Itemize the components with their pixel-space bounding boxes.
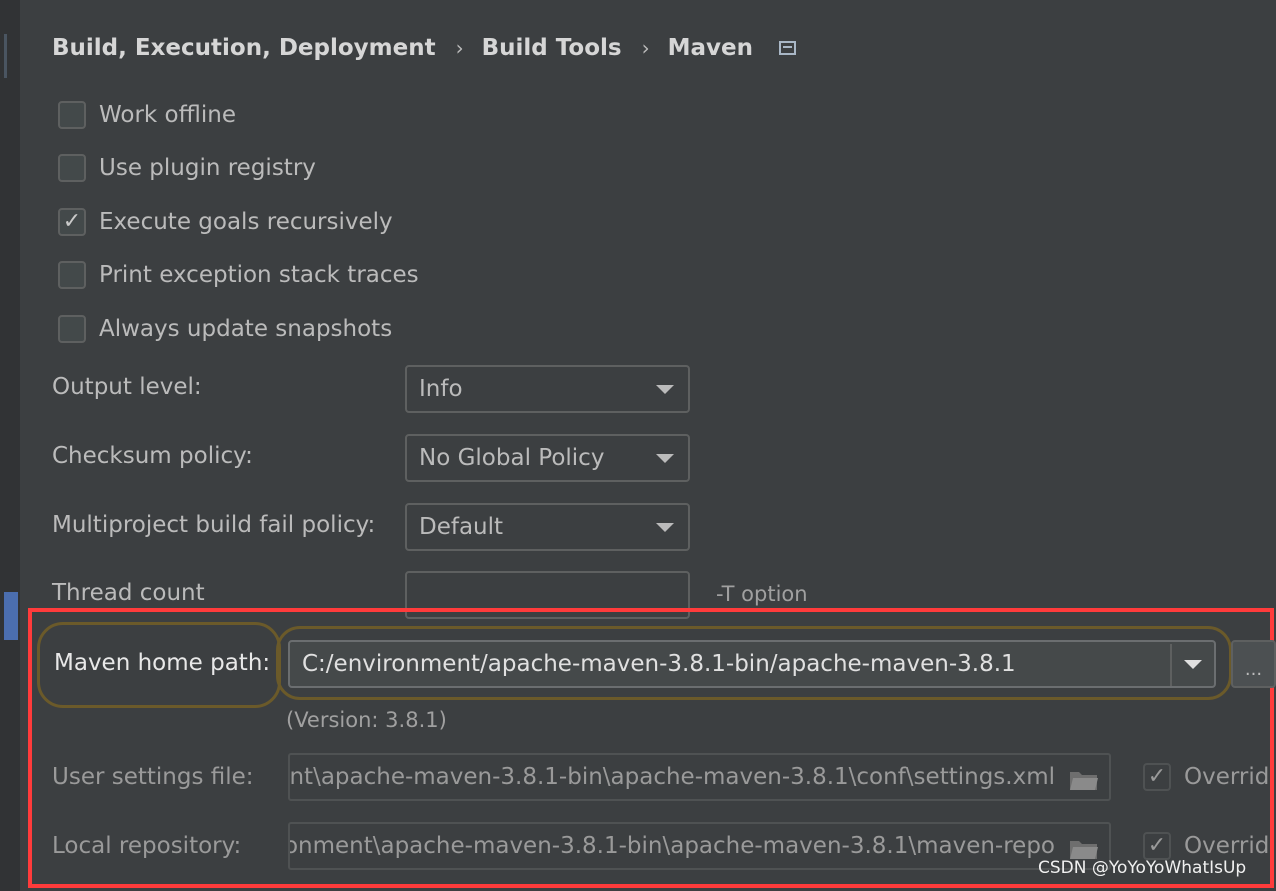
use-plugin-registry-option[interactable]: Use plugin registry <box>58 153 316 183</box>
folder-icon[interactable] <box>1069 838 1099 860</box>
thread-count-label: Thread count <box>52 580 205 606</box>
work-offline-checkbox[interactable] <box>58 101 86 129</box>
maven-home-select[interactable]: C:/environment/apache-maven-3.8.1-bin/ap… <box>288 640 1216 688</box>
use-plugin-registry-checkbox[interactable] <box>58 154 86 182</box>
folder-icon[interactable] <box>1069 769 1099 791</box>
always-update-snapshots-option[interactable]: Always update snapshots <box>58 314 392 344</box>
maven-version-text: (Version: 3.8.1) <box>286 708 447 732</box>
maven-home-value: C:/environment/apache-maven-3.8.1-bin/ap… <box>302 651 1016 677</box>
work-offline-option[interactable]: Work offline <box>58 100 236 130</box>
execute-goals-recursively-option[interactable]: ✓ Execute goals recursively <box>58 207 393 237</box>
always-update-snapshots-checkbox[interactable] <box>58 315 86 343</box>
fail-policy-label: Multiproject build fail policy: <box>52 512 376 538</box>
output-level-label: Output level: <box>52 374 202 400</box>
local-repository-field[interactable]: onment\apache-maven-3.8.1-bin\apache-mav… <box>288 822 1111 870</box>
chevron-down-icon <box>656 454 674 463</box>
print-exception-stack-traces-checkbox[interactable] <box>58 261 86 289</box>
use-plugin-registry-label: Use plugin registry <box>99 155 316 181</box>
print-exception-stack-traces-option[interactable]: Print exception stack traces <box>58 260 419 290</box>
local-repository-value: onment\apache-maven-3.8.1-bin\apache-mav… <box>288 833 1055 859</box>
tree-selection-marker <box>4 592 18 640</box>
user-settings-override[interactable]: ✓ Overrid <box>1143 763 1269 791</box>
execute-goals-recursively-checkbox[interactable]: ✓ <box>58 208 86 236</box>
tree-scroll-marker <box>4 34 7 78</box>
user-settings-override-checkbox[interactable]: ✓ <box>1143 763 1171 791</box>
breadcrumb-separator: › <box>641 36 650 60</box>
user-settings-label: User settings file: <box>52 764 254 790</box>
local-repository-override-label: Overrid <box>1184 833 1270 859</box>
breadcrumb-item-build-tools[interactable]: Build Tools <box>482 35 622 61</box>
breadcrumb-item-build-execution-deployment[interactable]: Build, Execution, Deployment <box>52 35 436 61</box>
pin-window-icon[interactable] <box>778 41 796 55</box>
local-repository-override[interactable]: ✓ Overrid <box>1143 832 1269 860</box>
user-settings-override-label: Overrid <box>1184 764 1270 790</box>
user-settings-field[interactable]: nt\apache-maven-3.8.1-bin\apache-maven-3… <box>288 753 1111 801</box>
print-exception-stack-traces-label: Print exception stack traces <box>99 262 419 288</box>
fail-policy-select[interactable]: Default <box>405 503 690 551</box>
chevron-down-icon <box>656 523 674 532</box>
local-repository-override-checkbox[interactable]: ✓ <box>1143 832 1171 860</box>
output-level-select[interactable]: Info <box>405 365 690 413</box>
left-tree-panel-edge <box>0 0 20 891</box>
breadcrumb-item-maven: Maven <box>667 35 753 61</box>
breadcrumb: Build, Execution, Deployment › Build Too… <box>52 30 796 66</box>
checksum-policy-value: No Global Policy <box>419 445 605 471</box>
breadcrumb-separator: › <box>455 36 464 60</box>
chevron-down-icon[interactable] <box>1184 660 1202 669</box>
local-repository-label: Local repository: <box>52 833 242 859</box>
combo-divider <box>1170 644 1172 686</box>
always-update-snapshots-label: Always update snapshots <box>99 316 393 342</box>
user-settings-value: nt\apache-maven-3.8.1-bin\apache-maven-3… <box>289 764 1055 790</box>
execute-goals-recursively-label: Execute goals recursively <box>99 209 393 235</box>
output-level-value: Info <box>419 376 463 402</box>
watermark: CSDN @YoYoYoWhatIsUp <box>1038 858 1247 878</box>
checksum-policy-label: Checksum policy: <box>52 443 253 469</box>
thread-count-hint: -T option <box>716 582 808 606</box>
fail-policy-value: Default <box>419 514 504 540</box>
maven-home-browse-button[interactable]: ... <box>1231 640 1276 688</box>
chevron-down-icon <box>656 385 674 394</box>
work-offline-label: Work offline <box>99 102 236 128</box>
maven-home-label: Maven home path: <box>54 650 271 676</box>
checksum-policy-select[interactable]: No Global Policy <box>405 434 690 482</box>
